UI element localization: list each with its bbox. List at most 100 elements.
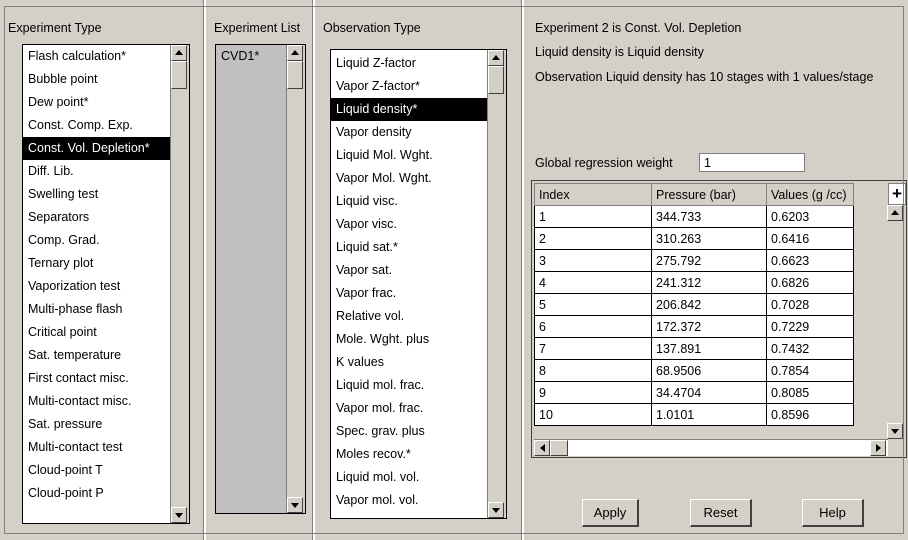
grid-horizontal-scrollbar[interactable] [534,439,888,456]
cell-pressure[interactable]: 344.733 [651,205,767,228]
observation-data-grid[interactable]: Index Pressure (bar) Values (g /cc) 1 344… [531,180,907,458]
experiment-type-item[interactable]: Sat. temperature [23,344,171,367]
experiment-type-list[interactable]: Flash calculation* Bubble point Dew point*… [22,44,190,524]
observation-type-item[interactable]: Vapor density [331,121,488,144]
observation-type-scrollbar[interactable] [487,50,506,518]
observation-type-item[interactable]: Moles recov.* [331,443,488,466]
experiment-type-item[interactable]: Ternary plot [23,252,171,275]
scroll-right-button[interactable] [870,440,886,456]
observation-type-item[interactable]: Vapor mol. frac. [331,397,488,420]
experiment-type-item[interactable]: Flash calculation* [23,45,171,68]
scroll-down-button[interactable] [287,497,303,513]
observation-type-item[interactable]: Vapor Mol. Wght. [331,167,488,190]
scroll-thumb[interactable] [488,66,504,94]
experiment-list[interactable]: CVD1* [215,44,306,514]
scroll-thumb[interactable] [171,61,187,89]
experiment-type-scrollbar[interactable] [170,45,189,523]
cell-pressure[interactable]: 172.372 [651,315,767,338]
experiment-type-item[interactable]: First contact misc. [23,367,171,390]
cell-pressure[interactable]: 241.312 [651,271,767,294]
cell-value[interactable]: 0.7229 [766,315,854,338]
observation-type-item[interactable]: Liquid sat.* [331,236,488,259]
experiment-type-item[interactable]: Bubble point [23,68,171,91]
cell-value[interactable]: 0.7854 [766,359,854,382]
cell-value[interactable]: 0.8596 [766,403,854,426]
experiment-type-item[interactable]: Diff. Lib. [23,160,171,183]
cell-value[interactable]: 0.7432 [766,337,854,360]
cell-index[interactable]: 5 [534,293,652,316]
cell-index[interactable]: 6 [534,315,652,338]
scroll-down-button[interactable] [171,507,187,523]
cell-pressure[interactable]: 275.792 [651,249,767,272]
experiment-type-item[interactable]: Vaporization test [23,275,171,298]
scroll-thumb[interactable] [287,61,303,89]
experiment-type-item[interactable]: Separators [23,206,171,229]
add-column-button[interactable]: + [888,183,906,205]
cell-pressure[interactable]: 34.4704 [651,381,767,404]
cell-value[interactable]: 0.8085 [766,381,854,404]
observation-type-item[interactable]: Mole. Wght. plus [331,328,488,351]
observation-type-item[interactable]: Liquid mol. frac. [331,374,488,397]
observation-type-item[interactable]: Vapor mol. vol. [331,489,488,512]
column-header-pressure[interactable]: Pressure (bar) [651,183,767,206]
observation-type-item[interactable]: Vapor sat. [331,259,488,282]
cell-index[interactable]: 10 [534,403,652,426]
column-header-values[interactable]: Values (g /cc) [766,183,854,206]
experiment-type-item[interactable]: Const. Vol. Depletion* [23,137,171,160]
help-button[interactable]: Help [802,499,864,527]
cell-index[interactable]: 7 [534,337,652,360]
experiment-type-item[interactable]: Comp. Grad. [23,229,171,252]
observation-type-item[interactable]: K values [331,351,488,374]
cell-pressure[interactable]: 206.842 [651,293,767,316]
observation-type-item[interactable]: Vapor visc. [331,213,488,236]
observation-type-item[interactable]: Liquid Z-factor [331,52,488,75]
observation-type-item[interactable]: Relative vol. [331,305,488,328]
cell-index[interactable]: 3 [534,249,652,272]
cell-index[interactable]: 1 [534,205,652,228]
observation-type-list[interactable]: Liquid Z-factor Vapor Z-factor* Liquid den… [330,49,507,519]
experiment-type-item[interactable]: Multi-contact test [23,436,171,459]
experiment-type-item[interactable]: Dew point* [23,91,171,114]
observation-type-item[interactable]: Spec. grav. plus [331,420,488,443]
reset-button[interactable]: Reset [690,499,752,527]
observation-type-item[interactable]: Liquid mol. vol. [331,466,488,489]
cell-value[interactable]: 0.7028 [766,293,854,316]
column-header-index[interactable]: Index [534,183,652,206]
observation-type-item[interactable]: Liquid density* [331,98,488,121]
cell-pressure[interactable]: 1.0101 [651,403,767,426]
cell-value[interactable]: 0.6416 [766,227,854,250]
experiment-type-item[interactable]: Critical point [23,321,171,344]
experiment-type-item[interactable]: Swelling test [23,183,171,206]
cell-pressure[interactable]: 137.891 [651,337,767,360]
scroll-down-button[interactable] [887,423,903,439]
experiment-type-item[interactable]: Multi-phase flash [23,298,171,321]
cell-index[interactable]: 2 [534,227,652,250]
experiment-type-item[interactable]: Sat. pressure [23,413,171,436]
scroll-left-button[interactable] [534,440,550,456]
cell-index[interactable]: 8 [534,359,652,382]
cell-value[interactable]: 0.6203 [766,205,854,228]
experiment-list-item[interactable]: CVD1* [216,45,287,68]
cell-value[interactable]: 0.6826 [766,271,854,294]
cell-value[interactable]: 0.6623 [766,249,854,272]
experiment-list-scrollbar[interactable] [286,45,305,513]
scroll-up-button[interactable] [488,50,504,66]
horizontal-scroll-thumb[interactable] [550,440,568,456]
apply-button[interactable]: Apply [582,499,639,527]
experiment-type-item[interactable]: Multi-contact misc. [23,390,171,413]
experiment-type-item[interactable]: Cloud-point T [23,459,171,482]
cell-pressure[interactable]: 68.9506 [651,359,767,382]
cell-index[interactable]: 9 [534,381,652,404]
global-weight-input[interactable] [699,153,805,172]
scroll-up-button[interactable] [287,45,303,61]
cell-index[interactable]: 4 [534,271,652,294]
experiment-type-item[interactable]: Const. Comp. Exp. [23,114,171,137]
grid-vertical-scrollbar[interactable] [887,205,905,439]
observation-type-item[interactable]: Liquid visc. [331,190,488,213]
observation-type-item[interactable]: Vapor Z-factor* [331,75,488,98]
scroll-up-button[interactable] [171,45,187,61]
observation-type-item[interactable]: Vapor frac. [331,282,488,305]
experiment-type-item[interactable]: Cloud-point P [23,482,171,505]
scroll-down-button[interactable] [488,502,504,518]
scroll-up-button[interactable] [887,205,903,221]
